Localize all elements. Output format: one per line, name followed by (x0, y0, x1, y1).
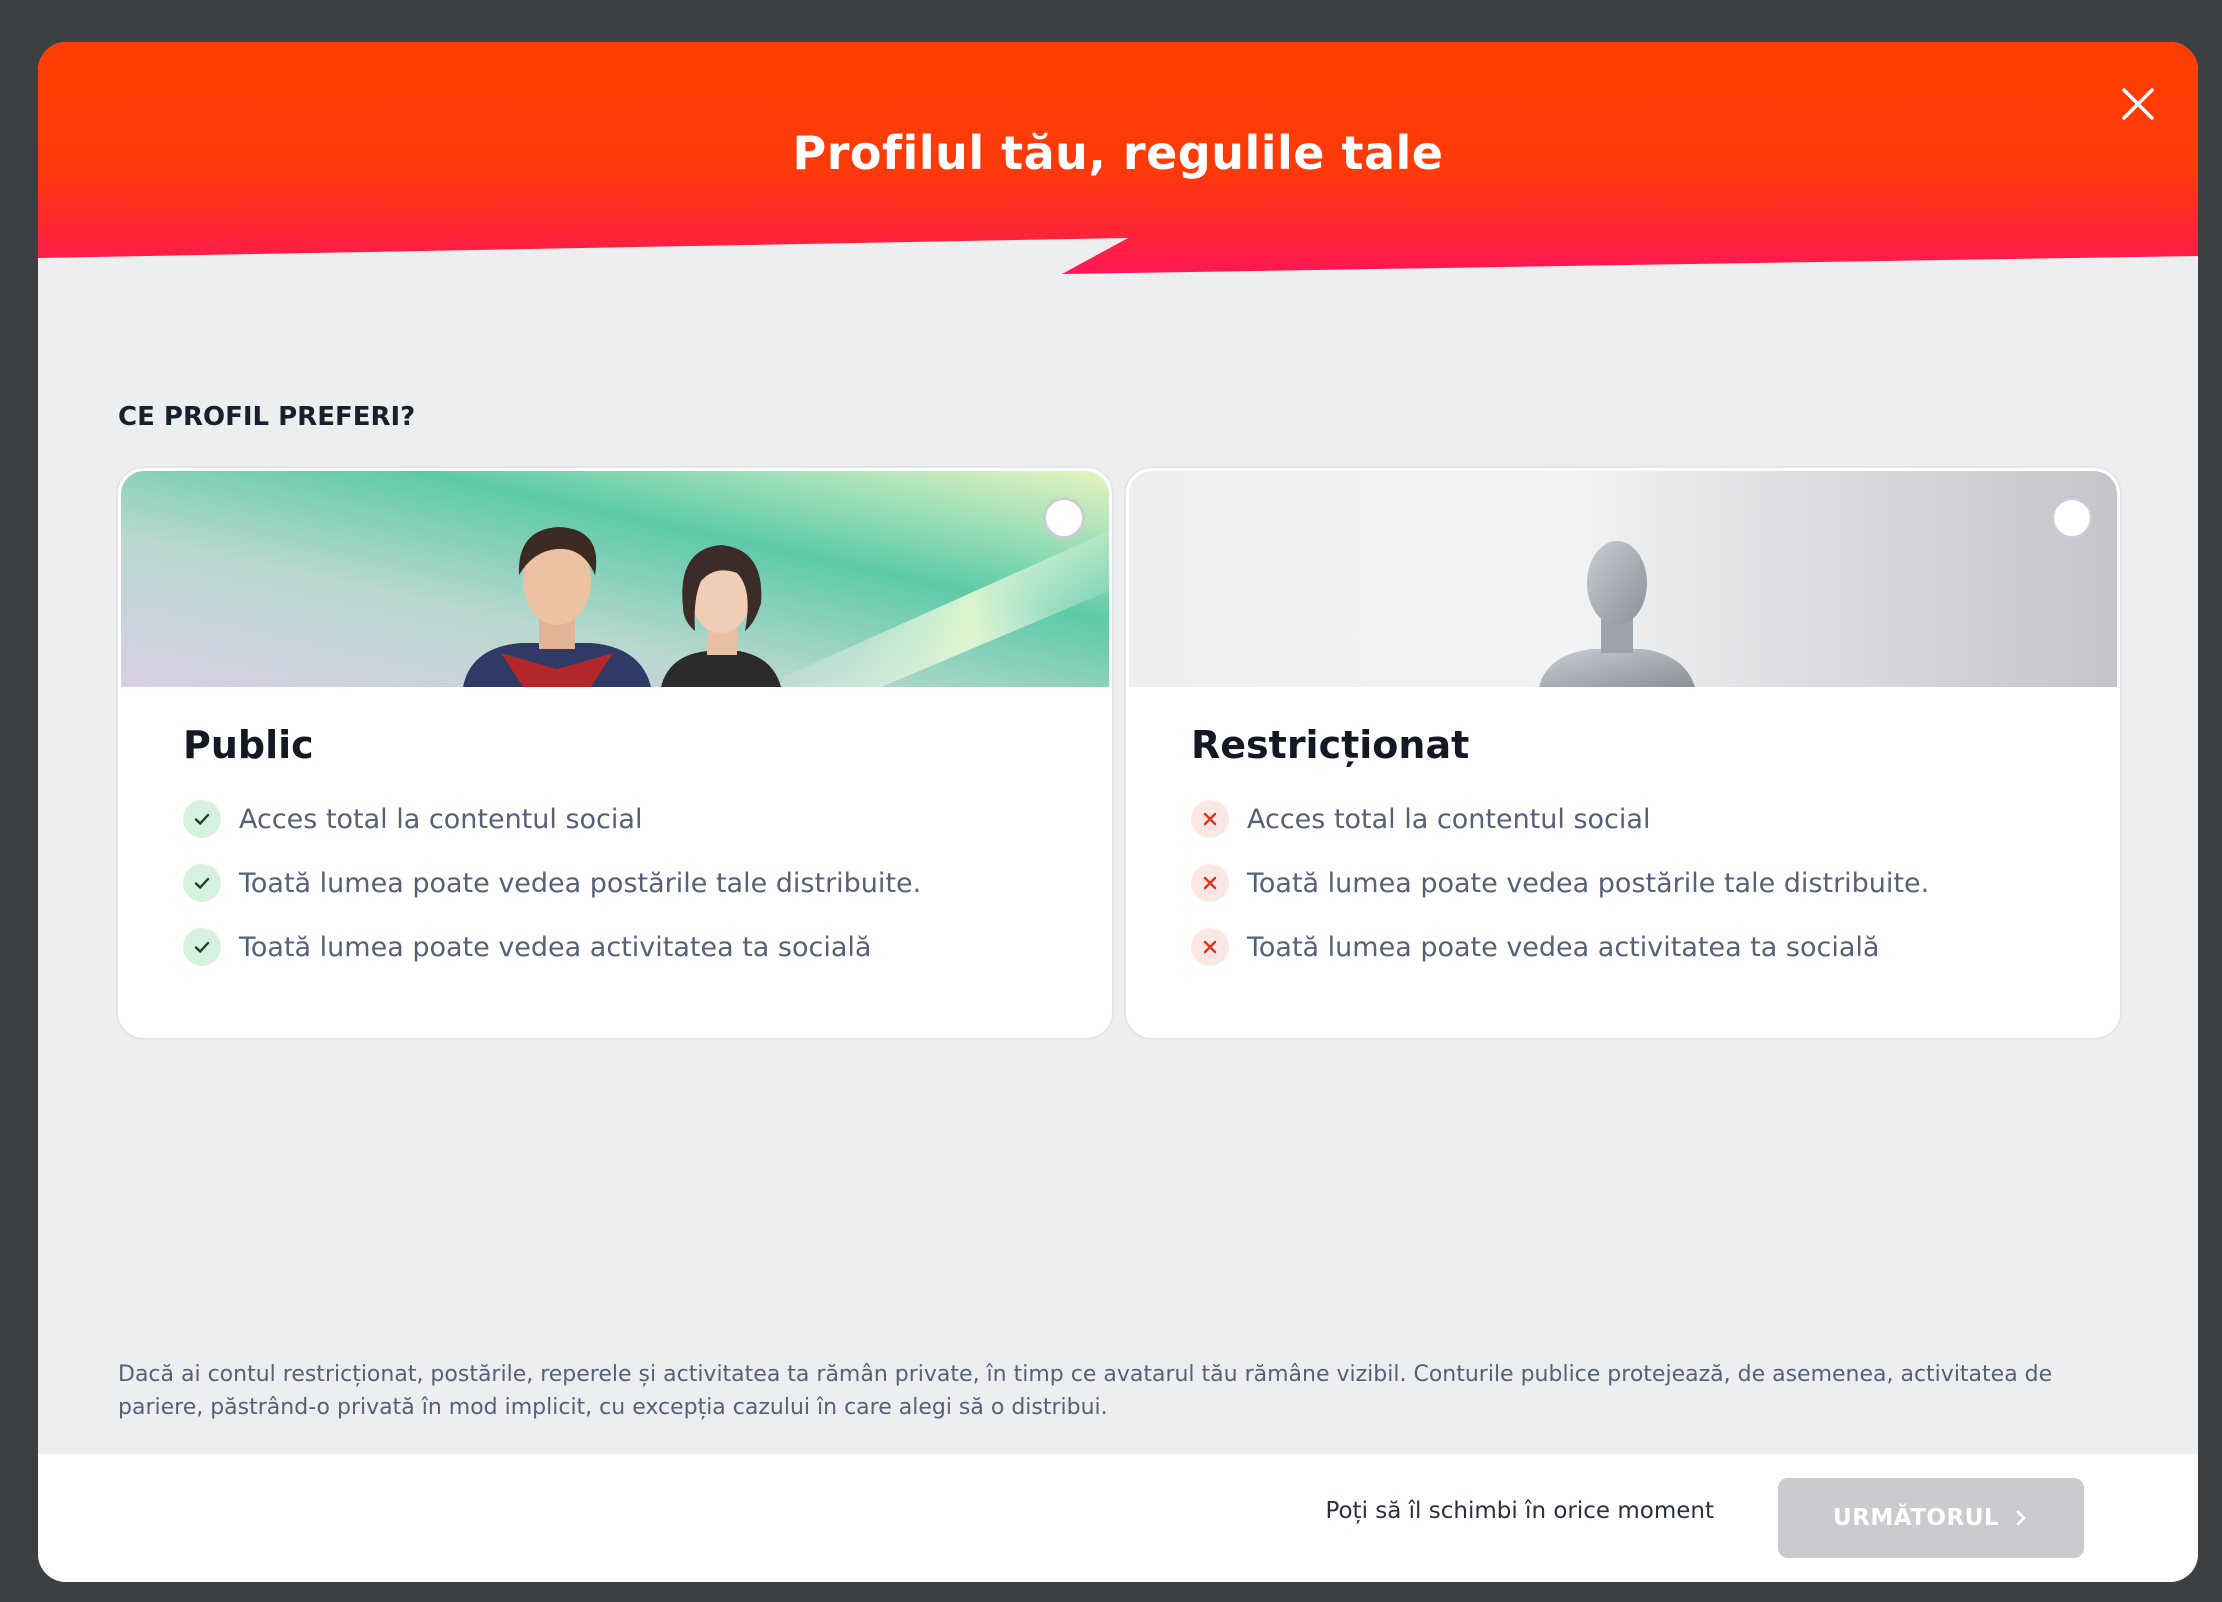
check-icon (183, 800, 221, 838)
public-radio-button[interactable] (1043, 497, 1085, 539)
cross-icon (1191, 864, 1229, 902)
feature-text: Toată lumea poate vedea activitatea ta s… (1247, 931, 1880, 963)
feature-item: Toată lumea poate vedea postările tale d… (183, 851, 1109, 915)
chevron-right-icon (2016, 1510, 2026, 1526)
feature-item: Toată lumea poate vedea activitatea ta s… (183, 915, 1109, 979)
option-title: Restricționat (1191, 723, 1470, 767)
section-label: CE PROFIL PREFERI? (118, 402, 416, 432)
next-button-label: URMĂTORUL (1832, 1505, 2000, 1531)
close-button[interactable] (2110, 76, 2166, 132)
restricted-banner-image (1129, 471, 2117, 687)
profile-modal: Profilul tău, regulile tale CE PROFIL PR… (38, 42, 2198, 1582)
restricted-radio-button[interactable] (2051, 497, 2093, 539)
feature-text: Acces total la contentul social (1247, 803, 1651, 835)
option-title: Public (183, 723, 314, 767)
check-icon (183, 864, 221, 902)
disclaimer-text: Dacă ai contul restricționat, postările,… (118, 1362, 2053, 1420)
feature-text: Toată lumea poate vedea postările tale d… (239, 867, 922, 899)
option-card-restricted[interactable]: Restricționat Acces total la contentul s… (1126, 468, 2120, 1038)
modal-footer: Poți să îl schimbi în orice moment URMĂT… (38, 1454, 2198, 1582)
option-card-public[interactable]: Public Acces total la contentul social T… (118, 468, 1112, 1038)
cross-icon (1191, 800, 1229, 838)
close-icon (2122, 88, 2154, 120)
feature-item: Acces total la contentul social (1191, 787, 2117, 851)
feature-text: Acces total la contentul social (239, 803, 643, 835)
public-banner-image (121, 471, 1109, 687)
feature-item: Toată lumea poate vedea postările tale d… (1191, 851, 2117, 915)
cross-icon (1191, 928, 1229, 966)
feature-text: Toată lumea poate vedea postările tale d… (1247, 867, 1930, 899)
feature-item: Toată lumea poate vedea activitatea ta s… (1191, 915, 2117, 979)
check-icon (183, 928, 221, 966)
footer-note: Poți să îl schimbi în orice moment (1325, 1498, 1714, 1524)
feature-text: Toată lumea poate vedea activitatea ta s… (239, 931, 872, 963)
feature-item: Acces total la contentul social (183, 787, 1109, 851)
next-button[interactable]: URMĂTORUL (1778, 1478, 2084, 1558)
modal-title: Profilul tău, regulile tale (792, 126, 1444, 180)
